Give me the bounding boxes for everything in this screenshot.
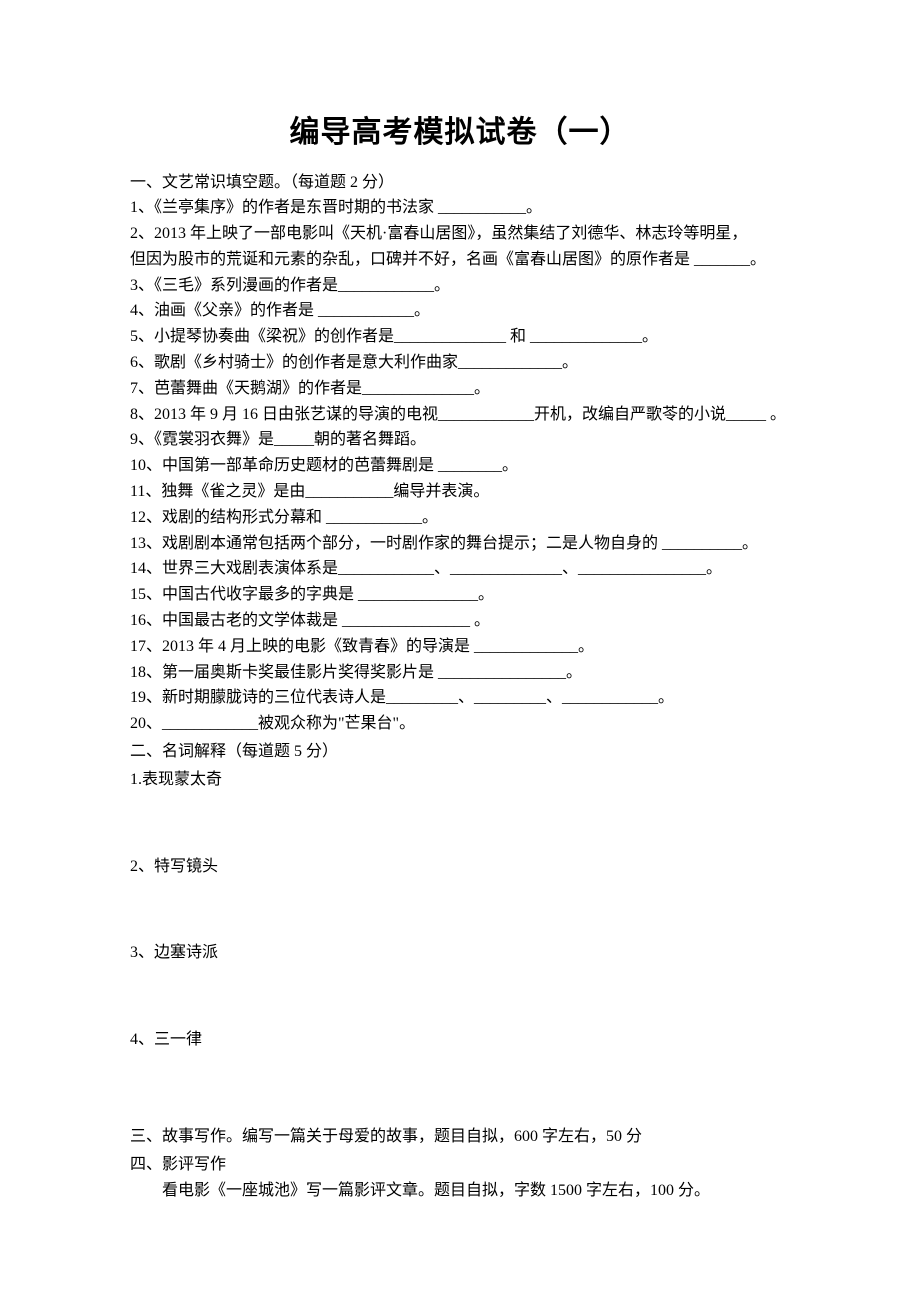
question-5: 5、小提琴协奏曲《梁祝》的创作者是______________ 和 ______… (130, 325, 790, 350)
question-1: 1、《兰亭集序》的作者是东晋时期的书法家 ___________。 (130, 196, 790, 221)
section-1-heading: 一、文艺常识填空题。（每道题 2 分） (130, 171, 790, 196)
question-3: 3、《三毛》系列漫画的作者是____________。 (130, 274, 790, 299)
section-3-heading: 三、故事写作。编写一篇关于母爱的故事，题目自拟，600 字左右，50 分 (130, 1125, 790, 1150)
question-7: 7、芭蕾舞曲《天鹅湖》的作者是______________。 (130, 377, 790, 402)
question-15: 15、中国古代收字最多的字典是 _______________。 (130, 583, 790, 608)
question-18: 18、第一届奥斯卡奖最佳影片奖得奖影片是 ________________。 (130, 661, 790, 686)
term-2: 2、特写镜头 (130, 855, 790, 880)
question-12: 12、戏剧的结构形式分幕和 ____________。 (130, 506, 790, 531)
term-4: 4、三一律 (130, 1028, 790, 1053)
question-19: 19、新时期朦胧诗的三位代表诗人是_________、_________、___… (130, 686, 790, 711)
term-1: 1.表现蒙太奇 (130, 768, 790, 793)
question-2b: 但因为股市的荒诞和元素的杂乱，口碑并不好，名画《富春山居图》的原作者是 ____… (130, 248, 790, 273)
section-2-heading: 二、名词解释（每道题 5 分） (130, 740, 790, 765)
question-13: 13、戏剧剧本通常包括两个部分，一时剧作家的舞台提示；二是人物自身的 _____… (130, 532, 790, 557)
page-title: 编导高考模拟试卷（一） (130, 110, 790, 157)
question-6: 6、歌剧《乡村骑士》的创作者是意大利作曲家_____________。 (130, 351, 790, 376)
question-17: 17、2013 年 4 月上映的电影《致青春》的导演是 ____________… (130, 635, 790, 660)
question-11: 11、独舞《雀之灵》是由___________编导并表演。 (130, 480, 790, 505)
question-10: 10、中国第一部革命历史题材的芭蕾舞剧是 ________。 (130, 454, 790, 479)
question-4: 4、油画《父亲》的作者是 ____________。 (130, 299, 790, 324)
question-9: 9、《霓裳羽衣舞》是_____朝的著名舞蹈。 (130, 428, 790, 453)
question-14: 14、世界三大戏剧表演体系是____________、_____________… (130, 557, 790, 582)
question-2a: 2、2013 年上映了一部电影叫《天机·富春山居图》，虽然集结了刘德华、林志玲等… (130, 222, 790, 247)
term-3: 3、边塞诗派 (130, 941, 790, 966)
section-4-body: 看电影《一座城池》写一篇影评文章。题目自拟，字数 1500 字左右，100 分。 (130, 1179, 790, 1204)
section-4-heading: 四、影评写作 (130, 1153, 790, 1178)
question-8: 8、2013 年 9 月 16 日由张艺谋的导演的电视____________开… (130, 403, 790, 428)
question-16: 16、中国最古老的文学体裁是 ________________ 。 (130, 609, 790, 634)
question-20: 20、____________被观众称为"芒果台"。 (130, 712, 790, 737)
